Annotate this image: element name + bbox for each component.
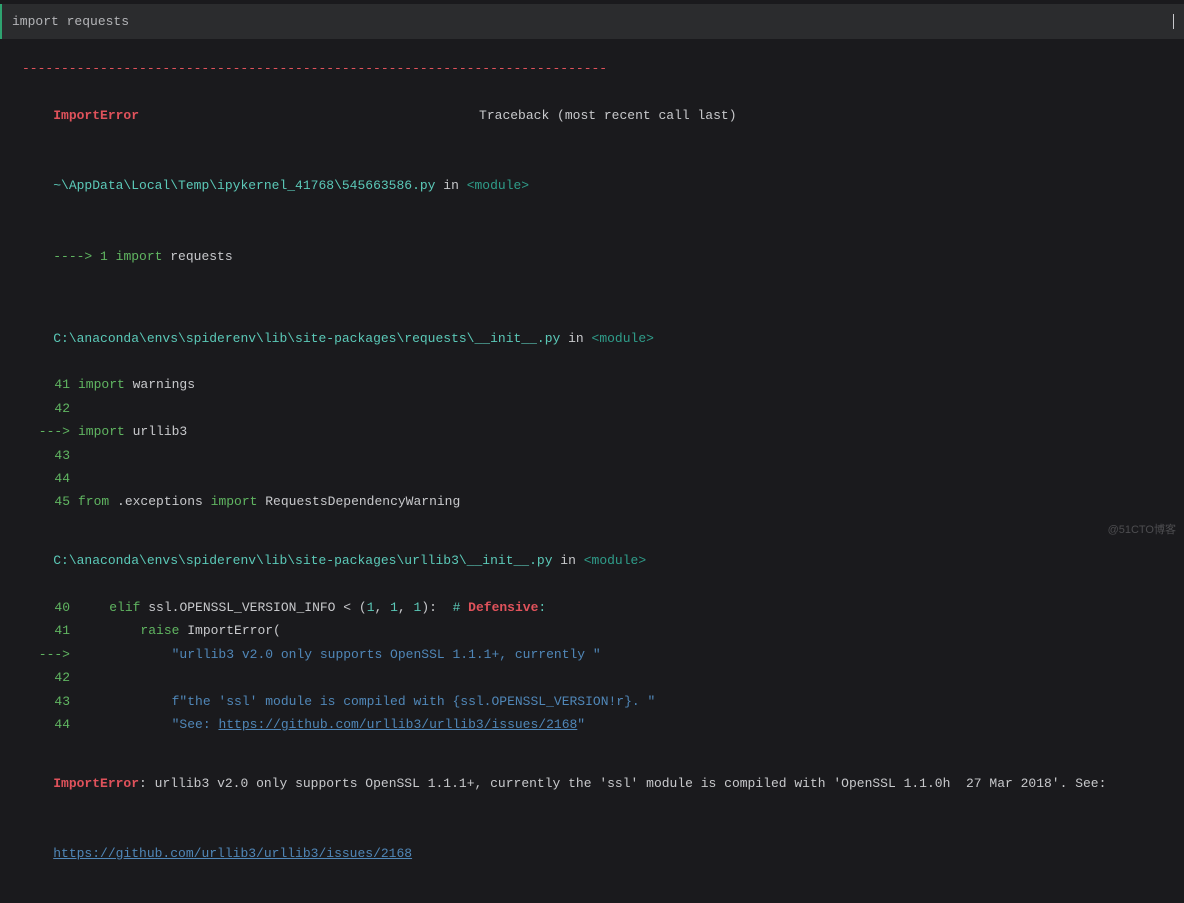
tb-line: 41 raise ImportError( bbox=[22, 619, 1162, 642]
frame2-path: C:\anaconda\envs\spiderenv\lib\site-pack… bbox=[53, 331, 560, 346]
frame1-path: ~\AppData\Local\Temp\ipykernel_41768\545… bbox=[53, 178, 435, 193]
tb-line: 43 f"the 'ssl' module is compiled with {… bbox=[22, 690, 1162, 713]
watermark-text: @51CTO博客 bbox=[1108, 521, 1176, 541]
code-input-cell[interactable]: import requests bbox=[0, 4, 1184, 39]
github-issue-link[interactable]: https://github.com/urllib3/urllib3/issue… bbox=[53, 846, 412, 861]
github-issue-link[interactable]: https://github.com/urllib3/urllib3/issue… bbox=[218, 717, 577, 732]
tb-line: 44 bbox=[22, 467, 1162, 490]
arrow-indicator: ----> 1 bbox=[53, 249, 115, 264]
module-tag: <module> bbox=[467, 178, 529, 193]
tb-frame2-path: C:\anaconda\envs\spiderenv\lib\site-pack… bbox=[22, 303, 1162, 373]
error-divider: ----------------------------------------… bbox=[22, 57, 1162, 80]
error-header: ImportError Traceback (most recent call l… bbox=[22, 81, 1162, 151]
tb-frame1-path: ~\AppData\Local\Temp\ipykernel_41768\545… bbox=[22, 151, 1162, 221]
final-error-name: ImportError bbox=[53, 776, 139, 791]
text-cursor bbox=[1173, 14, 1174, 29]
output-area: ----------------------------------------… bbox=[0, 47, 1184, 902]
module-tag: <module> bbox=[584, 553, 646, 568]
final-error-link-line: https://github.com/urllib3/urllib3/issue… bbox=[22, 819, 1162, 889]
error-name: ImportError bbox=[53, 108, 139, 123]
frame3-path: C:\anaconda\envs\spiderenv\lib\site-pack… bbox=[53, 553, 552, 568]
tb-frame3-path: C:\anaconda\envs\spiderenv\lib\site-pack… bbox=[22, 526, 1162, 596]
tb-line: 44 "See: https://github.com/urllib3/urll… bbox=[22, 713, 1162, 736]
tb-frame1-code: ----> 1 import requests bbox=[22, 221, 1162, 291]
final-error-message: ImportError: urllib3 v2.0 only supports … bbox=[22, 748, 1162, 818]
traceback-label: Traceback (most recent call last) bbox=[479, 108, 736, 123]
tb-line: 40 elif ssl.OPENSSL_VERSION_INFO < (1, 1… bbox=[22, 596, 1162, 619]
tb-line: 41import warnings bbox=[22, 373, 1162, 396]
tb-arrow-line: ---> 43import urllib3 bbox=[22, 420, 1162, 467]
module-tag: <module> bbox=[592, 331, 654, 346]
code-input-content: import requests bbox=[12, 10, 1173, 33]
tb-line: 45from .exceptions import RequestsDepend… bbox=[22, 490, 1162, 513]
tb-arrow-line: ---> 42 "urllib3 v2.0 only supports Open… bbox=[22, 643, 1162, 690]
tb-line: 42 bbox=[22, 397, 1162, 420]
